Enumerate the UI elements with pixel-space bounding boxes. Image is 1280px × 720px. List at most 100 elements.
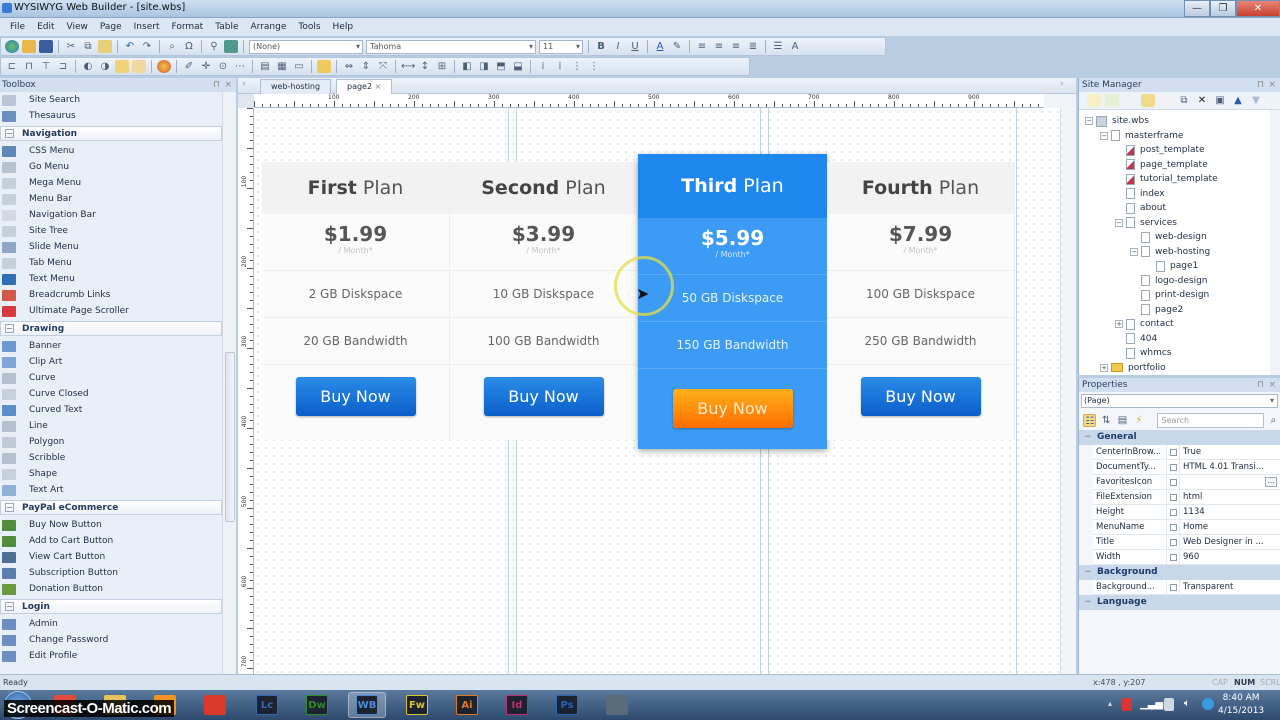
antivirus-icon[interactable] <box>1122 698 1132 711</box>
move-up-icon[interactable]: ⬒ <box>494 60 508 73</box>
collapse-icon[interactable]: − <box>1115 218 1123 227</box>
tree-node-site-wbs[interactable]: − site.wbs <box>1085 114 1149 128</box>
toolbox-item-css-menu[interactable]: CSS Menu <box>0 143 222 159</box>
grid-icon[interactable]: ⊙ <box>216 60 230 73</box>
align-objects-center-icon[interactable]: ⊓ <box>22 60 36 73</box>
align-center-icon[interactable]: ≡ <box>712 40 726 53</box>
new-template-icon[interactable] <box>1123 94 1137 107</box>
form-icon[interactable]: ▤ <box>258 60 272 73</box>
tree-node-404[interactable]: 404 <box>1115 332 1157 346</box>
close-button[interactable]: ✕ <box>1236 0 1280 17</box>
menu-view[interactable]: View <box>67 22 88 32</box>
property-category-background[interactable]: Background <box>1079 565 1280 580</box>
open-icon[interactable] <box>22 40 36 53</box>
property-checkbox[interactable] <box>1167 535 1180 549</box>
menu-page[interactable]: Page <box>100 22 122 32</box>
categorized-icon[interactable]: ☷ <box>1083 413 1097 427</box>
tab-scroll-left-icon[interactable]: ‹ <box>242 79 246 89</box>
scrollbar-thumb[interactable] <box>225 352 235 522</box>
property-checkbox[interactable] <box>1167 520 1180 534</box>
font-size-select[interactable]: 11 <box>539 39 583 54</box>
move-up-icon[interactable]: ▲ <box>1231 94 1245 107</box>
pin-icon[interactable]: ⊓ <box>1257 78 1264 92</box>
toolbox-item-clip-art[interactable]: Clip Art <box>0 354 222 370</box>
group-icon[interactable] <box>115 60 129 73</box>
property-value[interactable]: HTML 4.01 Transi... <box>1180 460 1280 474</box>
properties-search-input[interactable]: Search <box>1156 412 1264 428</box>
property-row[interactable]: MenuName Home <box>1093 520 1280 535</box>
property-value[interactable]: Transparent <box>1180 580 1280 594</box>
property-checkbox[interactable] <box>1167 580 1180 594</box>
tree-node-tutorial-template[interactable]: tutorial_template <box>1115 172 1218 186</box>
collapse-icon[interactable]: − <box>5 129 14 138</box>
tree-node-index[interactable]: index <box>1115 187 1165 201</box>
paste-icon[interactable] <box>98 40 112 53</box>
move-down-icon[interactable]: ⬓ <box>511 60 525 73</box>
collapse-icon[interactable]: − <box>5 602 14 611</box>
close-icon[interactable]: × <box>224 78 232 92</box>
move-left-icon[interactable]: ◧ <box>460 60 474 73</box>
toolbox-item-line[interactable]: Line <box>0 418 222 434</box>
space-horizontal-icon[interactable]: ⟷ <box>401 60 415 73</box>
tree-node-page2[interactable]: page2 <box>1130 303 1183 317</box>
menu-format[interactable]: Format <box>171 22 203 32</box>
taskbar-fireworks[interactable]: Fw <box>398 692 436 718</box>
close-icon[interactable]: × <box>1268 78 1276 92</box>
taskbar-acrobat[interactable] <box>196 692 234 718</box>
align-objects-left-icon[interactable]: ⊏ <box>5 60 19 73</box>
crosshair-icon[interactable]: ✛ <box>199 60 213 73</box>
search-icon[interactable]: ⌕ <box>1267 414 1280 427</box>
table-icon[interactable]: ▦ <box>275 60 289 73</box>
property-row[interactable]: FavoritesIcon... <box>1093 475 1280 490</box>
toolbox-item-navigation-bar[interactable]: Navigation Bar <box>0 207 222 223</box>
property-row[interactable]: Width 960 <box>1093 550 1280 565</box>
taskbar-web-builder[interactable]: WB <box>348 692 386 718</box>
toolbox-scrollbar[interactable] <box>222 92 236 674</box>
publish-icon[interactable] <box>5 40 19 53</box>
same-size-icon[interactable]: ⤧ <box>376 60 390 73</box>
color-wheel-icon[interactable] <box>157 60 171 73</box>
font-color-icon[interactable]: A <box>653 40 667 53</box>
layer-icon[interactable]: ▭ <box>292 60 306 73</box>
font-select[interactable]: Tahoma <box>366 39 536 54</box>
design-canvas[interactable]: First Plan $1.99/ Month* 2 GB Diskspace 20 … <box>254 108 1060 674</box>
menu-tools[interactable]: Tools <box>298 22 320 32</box>
new-page-icon[interactable] <box>1087 94 1101 107</box>
send-back-icon[interactable]: ◑ <box>98 60 112 73</box>
toolbox-item-site-tree[interactable]: Site Tree <box>0 223 222 239</box>
property-value[interactable]: html <box>1180 490 1280 504</box>
toolbox-item-text-art[interactable]: Text Art <box>0 482 222 498</box>
toolbox-item-curve-closed[interactable]: Curve Closed <box>0 386 222 402</box>
close-icon[interactable]: × <box>1268 378 1276 392</box>
distribute-icon[interactable]: ⁞ <box>536 60 550 73</box>
tree-node-whmcs[interactable]: whmcs <box>1115 346 1171 360</box>
draw-icon[interactable]: ✐ <box>182 60 196 73</box>
toolbox-item-menu-bar[interactable]: Menu Bar <box>0 191 222 207</box>
taskbar-dreamweaver[interactable]: Dw <box>298 692 336 718</box>
tab-scroll-right-icon[interactable]: › <box>1060 79 1064 89</box>
tree-node-web-design[interactable]: web-design <box>1130 230 1207 244</box>
toolbox-item-buy-now-button[interactable]: Buy Now Button <box>0 517 222 533</box>
tile-alt-icon[interactable]: ⋮ <box>587 60 601 73</box>
power-icon[interactable] <box>1164 698 1174 711</box>
property-checkbox[interactable] <box>1167 460 1180 474</box>
minimize-button[interactable]: — <box>1184 0 1210 17</box>
toolbox-item-mega-menu[interactable]: Mega Menu <box>0 175 222 191</box>
property-checkbox[interactable] <box>1167 490 1180 504</box>
tab-web-hosting[interactable]: web-hosting <box>260 79 332 94</box>
tab-page2[interactable]: page2 × <box>336 79 393 94</box>
symbol-icon[interactable]: Ω <box>182 40 196 53</box>
tree-node-print-design[interactable]: print-design <box>1130 288 1209 302</box>
toolbox-item-text-menu[interactable]: Text Menu <box>0 271 222 287</box>
object-select[interactable]: (Page) <box>1081 394 1278 408</box>
collapse-icon[interactable]: − <box>1100 131 1108 140</box>
new-folder-page-icon[interactable] <box>1105 94 1119 107</box>
property-category-language[interactable]: Language <box>1079 595 1280 610</box>
toolbox-item-polygon[interactable]: Polygon <box>0 434 222 450</box>
menu-insert[interactable]: Insert <box>134 22 160 32</box>
volume-icon[interactable]: 🔈︎ <box>1184 698 1190 709</box>
toolbox-item-edit-profile[interactable]: Edit Profile <box>0 648 222 664</box>
tree-node-page1[interactable]: page1 <box>1145 259 1198 273</box>
toolbox-item-go-menu[interactable]: Go Menu <box>0 159 222 175</box>
toolbox-item-thesaurus[interactable]: Thesaurus <box>0 108 222 124</box>
